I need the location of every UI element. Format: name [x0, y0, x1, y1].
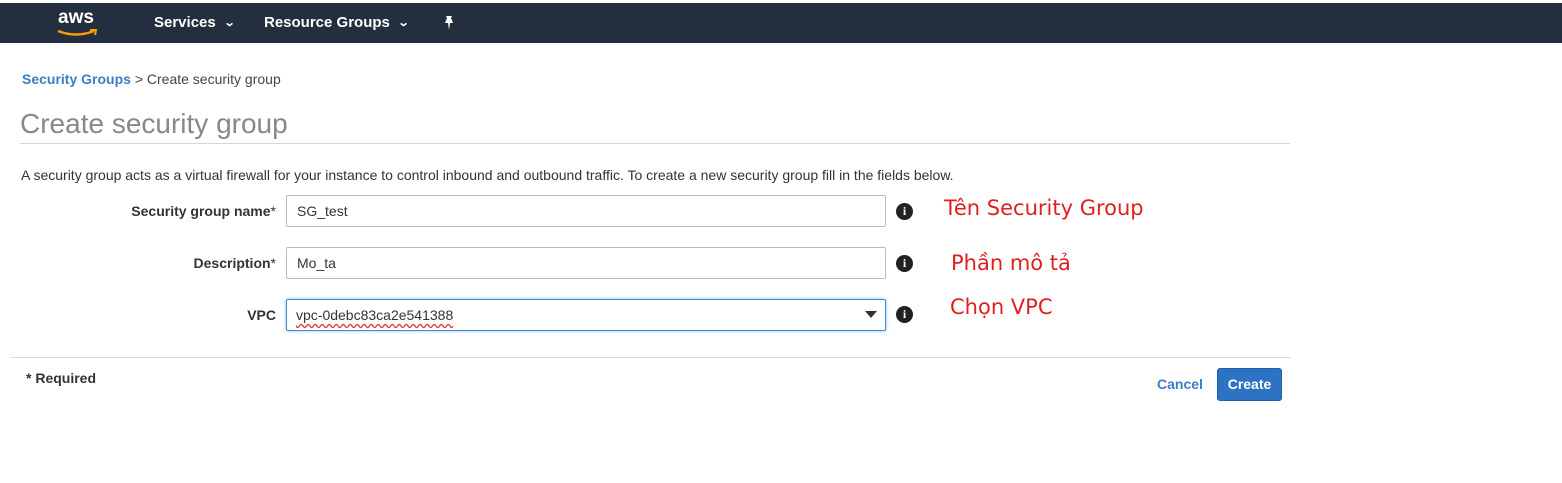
breadcrumb-security-groups-link[interactable]: Security Groups: [22, 71, 131, 87]
smile-arrow-icon: [57, 29, 98, 36]
vpc-select-value: vpc-0debc83ca2e541388: [296, 307, 454, 323]
security-group-name-label: Security group name*: [96, 203, 276, 219]
create-button[interactable]: Create: [1217, 368, 1282, 401]
pin-icon[interactable]: [442, 15, 456, 36]
annotation-name: Tên Security Group: [944, 196, 1144, 220]
page-title: Create security group: [20, 108, 288, 139]
description-label-text: Description: [193, 255, 271, 271]
services-menu[interactable]: Services ⌄: [154, 14, 236, 31]
aws-logo-text: aws: [58, 7, 94, 28]
top-navigation-bar: aws Services ⌄ Resource Groups ⌄: [0, 3, 1562, 43]
resource-groups-menu[interactable]: Resource Groups ⌄: [264, 14, 410, 31]
required-asterisk: *: [270, 203, 276, 219]
security-group-name-label-text: Security group name: [131, 203, 271, 219]
info-icon[interactable]: i: [896, 306, 913, 323]
cancel-button[interactable]: Cancel: [1157, 376, 1203, 392]
info-icon[interactable]: i: [896, 255, 913, 272]
chevron-down-icon: ⌄: [223, 17, 236, 29]
security-group-name-input[interactable]: [286, 195, 886, 227]
title-divider: [20, 143, 1290, 144]
caret-down-icon: [865, 311, 877, 318]
required-asterisk: *: [270, 255, 276, 271]
services-label: Services: [154, 14, 216, 31]
annotation-vpc: Chọn VPC: [950, 295, 1053, 319]
page-description: A security group acts as a virtual firew…: [21, 167, 954, 183]
required-note: * Required: [26, 370, 97, 386]
info-icon[interactable]: i: [896, 203, 913, 220]
vpc-select[interactable]: vpc-0debc83ca2e541388: [286, 299, 886, 331]
description-label: Description*: [96, 255, 276, 271]
chevron-down-icon: ⌄: [397, 17, 410, 29]
breadcrumb-separator: >: [134, 71, 143, 87]
aws-logo[interactable]: aws: [56, 7, 100, 38]
vpc-label: VPC: [247, 307, 276, 323]
breadcrumb: Security Groups > Create security group: [22, 71, 281, 87]
breadcrumb-current: Create security group: [146, 71, 281, 87]
resource-groups-label: Resource Groups: [264, 14, 390, 31]
footer-divider: [10, 357, 1291, 358]
description-input[interactable]: [286, 247, 886, 279]
annotation-description: Phần mô tả: [951, 251, 1071, 275]
